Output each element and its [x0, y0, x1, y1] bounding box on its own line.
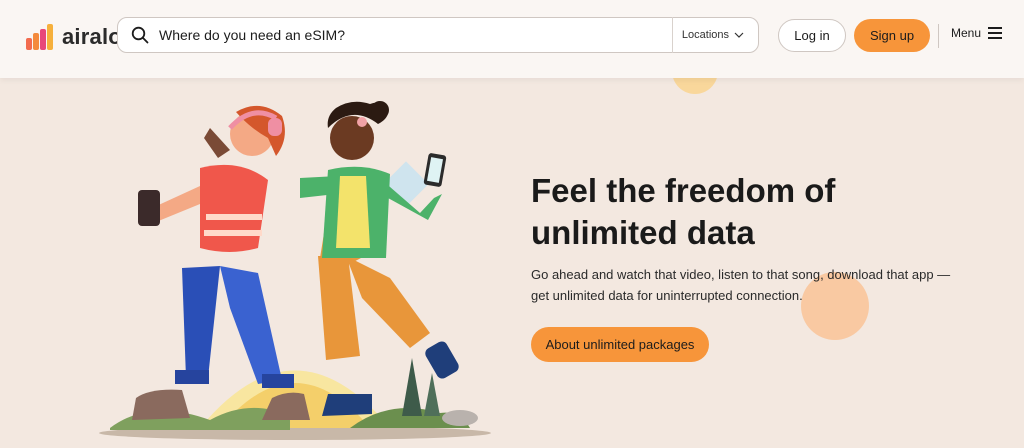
site-header: airalo Locations Log in Sign up Menu [0, 0, 1024, 78]
search-icon [131, 26, 149, 44]
search-input[interactable] [157, 19, 672, 51]
signup-button[interactable]: Sign up [854, 19, 930, 52]
locations-dropdown[interactable]: Locations [671, 17, 758, 53]
hero-illustration [99, 101, 491, 440]
hamburger-menu-icon [988, 27, 1003, 39]
menu-label: Menu [951, 26, 982, 40]
hero-title: Feel the freedom of unlimited data [531, 172, 836, 251]
logo-text: airalo [62, 24, 122, 49]
logo-mark-icon [26, 24, 53, 50]
about-unlimited-packages-button[interactable]: About unlimited packages [531, 327, 709, 362]
hero-description: Go ahead and watch that video, listen to… [531, 267, 951, 303]
menu-button[interactable]: Menu [951, 26, 1003, 40]
locations-label: Locations [681, 29, 729, 41]
login-button[interactable]: Log in [778, 19, 846, 52]
chevron-down-icon [734, 32, 744, 38]
airalo-logo[interactable]: airalo [26, 22, 122, 52]
header-divider [938, 24, 939, 48]
search-bar[interactable]: Locations [117, 17, 759, 53]
